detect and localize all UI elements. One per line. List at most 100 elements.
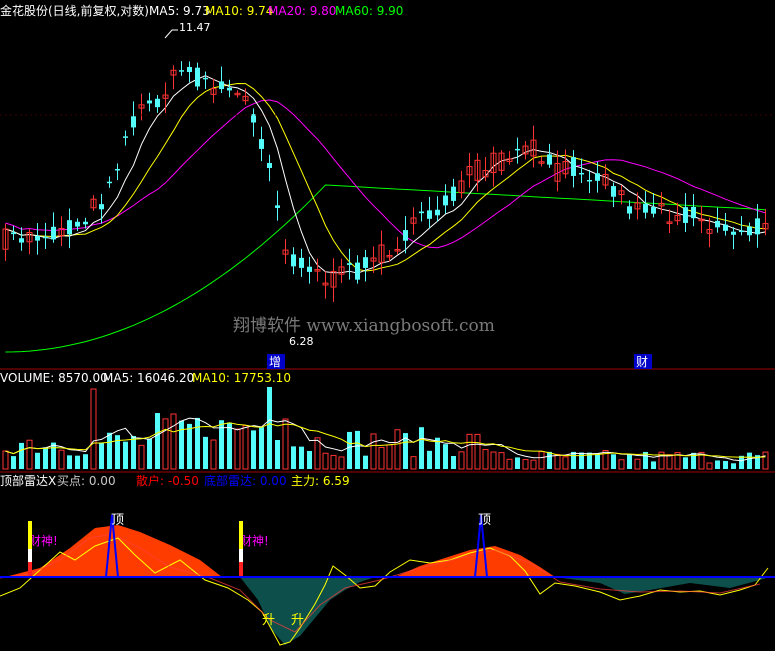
candle-body-down [299,257,304,268]
ma10-legend: MA10: 9.74 [205,4,273,18]
volume-bar-down [179,420,184,469]
candle-body-down [179,70,184,72]
candle-body-down [443,195,448,206]
volume-bar-down [35,452,40,469]
candle-body-down [227,87,232,91]
candle-body-down [731,231,736,235]
volume-bar-down [51,442,56,469]
caishen-bar-bottom-1 [28,562,32,576]
candle-body-down [83,221,88,225]
low-price-label: 6.28 [289,335,314,348]
candle-body-down [715,220,720,228]
candle-body-down [131,116,136,128]
candle-body-down [43,236,48,239]
candle-body-down [627,206,632,214]
caishen-bar-top-2 [239,521,243,549]
sheng-label-1: 升 [262,613,275,628]
volume-bar-down [123,441,128,469]
candle-body-down [11,232,16,235]
volume-bar-down [571,451,576,469]
candle-body-down [147,100,152,104]
caishen-bar-top-1 [28,521,32,549]
volume-bar-down [651,461,656,469]
top-signal-label-2: 顶 [478,513,491,528]
volume-bar-down [451,456,456,469]
volume-bar-down [747,452,752,469]
candle-body-down [155,98,160,108]
candle-body-down [99,204,104,210]
candle-body-down [195,67,200,87]
volume-bar-down [267,387,272,469]
volume-bar-down [419,427,424,469]
candle-body-down [259,139,264,149]
candle-body-down [515,148,520,151]
volume-bar-down [99,442,104,469]
volume-bar-down [83,454,88,469]
candle-body-down [723,224,728,231]
volume-bar-down [147,438,152,469]
indicator-bottom-legend: 底部雷达: 0.00 [204,473,287,488]
candle-body-down [419,211,424,214]
volume-bar-down [259,427,264,469]
candle-body-down [571,157,576,176]
volume-bar-down [227,422,232,469]
candle-body-down [35,235,40,241]
candle-body-down [451,186,456,201]
volume-bar-down [347,431,352,469]
candle-body-down [363,257,368,268]
ma20-legend: MA20: 9.80 [268,4,336,18]
candle-body-down [107,181,112,184]
candle-body-down [547,154,552,165]
volume-bar-down [251,430,256,469]
indicator-sanhu-legend: 散户: -0.50 [136,473,199,488]
candle-body-down [187,66,192,73]
volume-bar-down [203,436,208,469]
candle-body-down [651,207,656,214]
candle-body-down [435,209,440,216]
ma5-legend: MA5: 9.73 [149,4,210,18]
volume-bar-down [155,413,160,469]
candle-body-down [51,226,56,240]
volume-bar-down [195,417,200,469]
volume-bar-down [355,430,360,469]
volume-bar-down [547,451,552,469]
volume-bar-down [19,442,24,469]
candle-body-down [75,221,80,227]
volume-bar-down [443,444,448,469]
volume-bar-down [187,423,192,469]
candle-body-down [747,226,752,236]
candle-body-down [307,266,312,272]
volume-bar-down [363,455,368,469]
candle-body-down [67,220,72,235]
ma60-legend: MA60: 9.90 [335,4,403,18]
volume-bar-down [683,457,688,469]
volume-legend: VOLUME: 8570.00 [0,371,108,385]
volume-bar-down [715,460,720,469]
indicator-name: 顶部雷达X [0,473,56,488]
volume-bar-down [723,460,728,469]
marker-cai: 财 [636,355,648,369]
candle-body-down [403,230,408,241]
volume-ma10-legend: MA10: 17753.10 [192,371,291,385]
volume-bar-down [595,453,600,469]
candle-body-down [739,230,744,233]
volume-bar-down [627,453,632,469]
volume-bar-down [515,457,520,469]
candle-body-down [611,186,616,197]
candle-body-down [19,238,24,243]
volume-bar-down [291,446,296,469]
volume-bar-down [611,454,616,469]
candle-body-down [267,162,272,168]
candle-body-down [595,173,600,181]
stock-chart: 金花股份(日线,前复权,对数) MA5: 9.73 MA10: 9.74 MA2… [0,0,775,651]
indicator-buy-legend: 买点: 0.00 [57,474,116,488]
candle-body-down [347,263,352,265]
candle-body-down [219,81,224,90]
price-panel-title: 金花股份(日线,前复权,对数) [0,3,149,18]
candle-body-down [115,168,120,171]
indicator-main-legend: 主力: 6.59 [291,474,350,488]
candle-body-down [691,206,696,219]
volume-bar-down [299,446,304,469]
volume-bar-down [307,450,312,469]
watermark: 翔博软件 www.xiangbosoft.com [233,316,495,336]
